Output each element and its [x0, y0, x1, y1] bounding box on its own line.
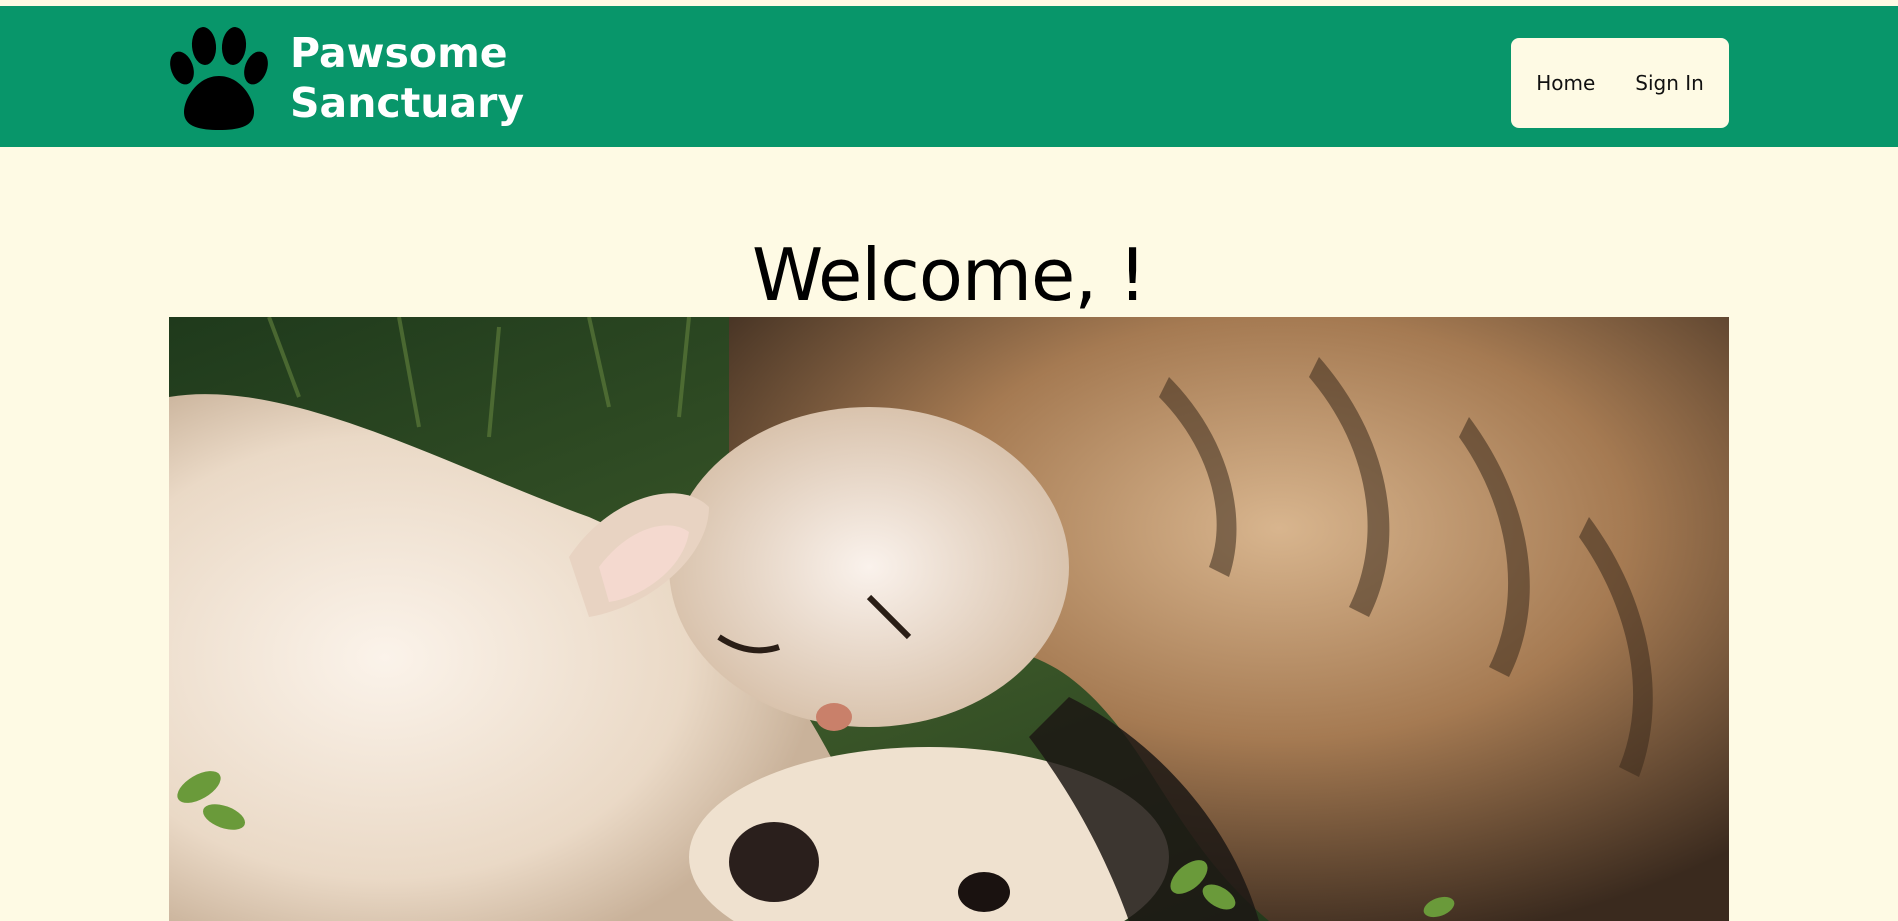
cat-dog-photo-illustration: [169, 317, 1729, 921]
paw-icon: [170, 27, 268, 130]
brand-name: Pawsome Sanctuary: [290, 28, 524, 128]
site-header: Pawsome Sanctuary Home Sign In: [0, 6, 1898, 147]
brand-line-2: Sanctuary: [290, 79, 525, 127]
brand[interactable]: Pawsome Sanctuary: [168, 26, 524, 130]
welcome-prefix: Welcome,: [752, 233, 1097, 318]
welcome-heading: Welcome, !: [0, 233, 1898, 317]
hero-image: [169, 317, 1729, 921]
nav-home-link[interactable]: Home: [1536, 71, 1595, 95]
brand-line-1: Pawsome: [290, 29, 508, 77]
nav-sign-in-link[interactable]: Sign In: [1635, 71, 1704, 95]
welcome-suffix: !: [1118, 233, 1147, 318]
main-nav: Home Sign In: [1511, 38, 1729, 128]
